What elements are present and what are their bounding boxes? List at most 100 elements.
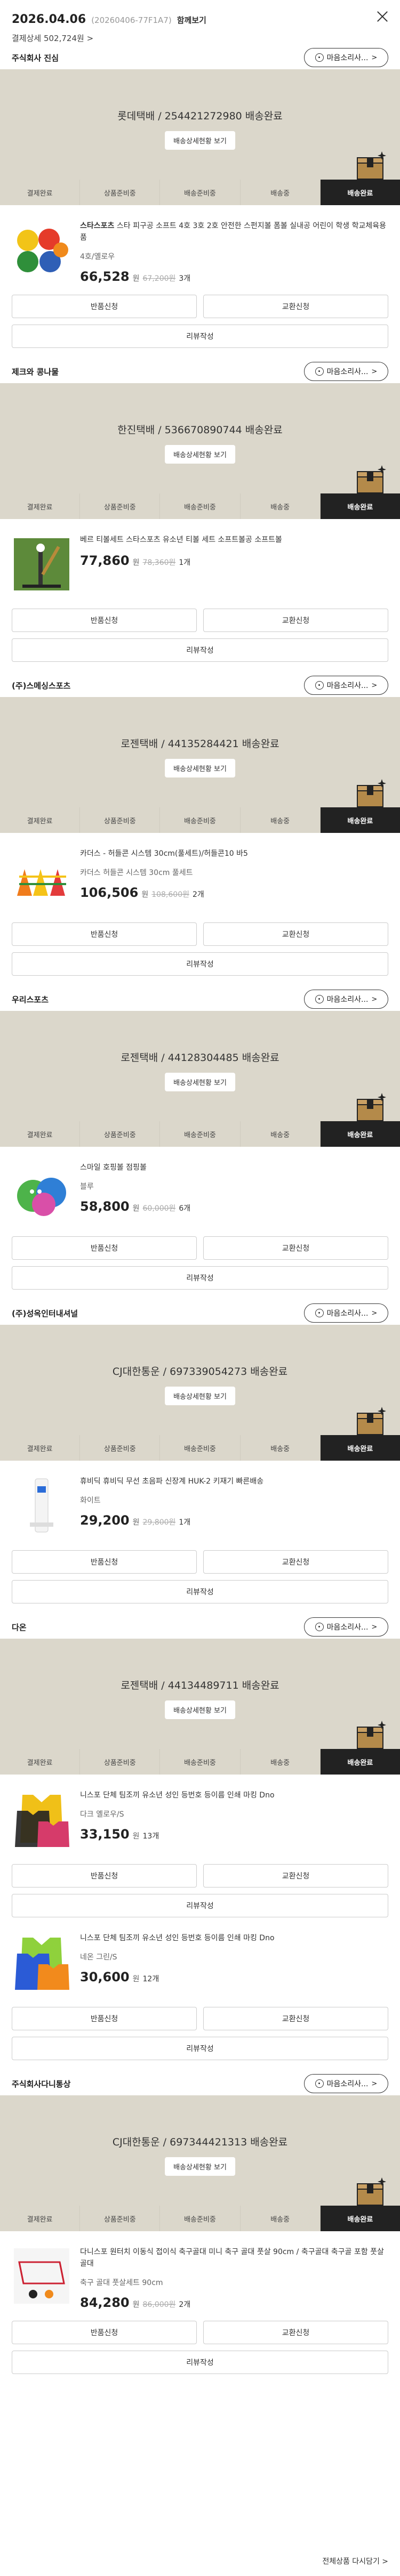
product-quantity: 1개 <box>179 558 191 567</box>
seller-name[interactable]: 주식회사 진심 <box>12 52 59 63</box>
return-button[interactable]: 반품신청 <box>12 295 197 318</box>
product-thumbnail[interactable] <box>12 1932 71 1992</box>
delivery-step: 배송준비중 <box>160 1121 241 1147</box>
exchange-button[interactable]: 교환신청 <box>203 1864 388 1888</box>
summary-link[interactable]: 함께보기 <box>177 14 206 26</box>
product-info: 니스포 단체 팀조끼 유소년 성인 등번호 등이름 인쇄 마킹 Dno 다크 옐로… <box>80 1789 388 1854</box>
return-button[interactable]: 반품신청 <box>12 1236 197 1260</box>
chat-button[interactable]: 마음소리사... > <box>304 676 388 695</box>
product-name[interactable]: 베르 티볼세트 스타스포츠 유소년 티볼 세트 소프트볼공 소프트볼 <box>80 534 388 546</box>
product-name[interactable]: 다니스포 원터치 이동식 접이식 축구골대 미니 축구 골대 풋살 90cm /… <box>80 2246 388 2270</box>
product-name[interactable]: 니스포 단체 팀조끼 유소년 성인 등번호 등이름 인쇄 마킹 Dno <box>80 1932 388 1944</box>
delivery-box-icon <box>354 776 388 810</box>
return-button[interactable]: 반품신청 <box>12 922 197 946</box>
exchange-button[interactable]: 교환신청 <box>203 2321 388 2344</box>
product-name[interactable]: 카더스 - 허들콘 시스템 30cm(풀세트)/허들콘10 바5 <box>80 848 388 860</box>
delivery-step: 결제완료 <box>0 2206 81 2231</box>
exchange-button[interactable]: 교환신청 <box>203 1550 388 1574</box>
seller-name[interactable]: 제크와 콩나물 <box>12 366 59 377</box>
item-actions: 반품신청 교환신청리뷰작성 <box>0 1997 400 2060</box>
chat-button[interactable]: 마음소리사... > <box>304 48 388 67</box>
delivery-detail-button[interactable]: 배송상세현황 보기 <box>165 131 235 150</box>
order-header: 2026.04.06 (20260406-77F1A7) 함께보기 결제상세 5… <box>0 0 400 46</box>
review-button[interactable]: 리뷰작성 <box>12 2037 388 2060</box>
chat-button[interactable]: 마음소리사... > <box>304 1303 388 1323</box>
product-option: 축구 골대 풋살세트 90cm <box>80 2279 163 2287</box>
product-price: 58,800 <box>80 1199 130 1214</box>
product-thumbnail[interactable] <box>12 534 71 594</box>
seller-name[interactable]: 우리스포츠 <box>12 994 49 1005</box>
currency-label: 원 <box>132 1832 140 1841</box>
price-row: 33,150 원 13개 <box>80 1827 388 1842</box>
product-price: 33,150 <box>80 1827 130 1842</box>
review-button[interactable]: 리뷰작성 <box>12 1266 388 1290</box>
seller-name[interactable]: 다온 <box>12 1622 27 1633</box>
delivery-box-icon <box>354 148 388 182</box>
seller-name[interactable]: 주식회사다니통상 <box>12 2078 70 2089</box>
review-button[interactable]: 리뷰작성 <box>12 2351 388 2374</box>
product-thumbnail[interactable] <box>12 2246 71 2306</box>
delivery-steps: 결제완료 상품준비중 배송준비중 배송중 배송완료 <box>0 493 400 519</box>
product-item: 카더스 - 허들콘 시스템 30cm(풀세트)/허들콘10 바5 카더스 허들콘 … <box>0 833 400 913</box>
delivery-step: 배송준비중 <box>160 807 241 833</box>
shipment-section: (주)스메싱스포츠 마음소리사... > 로젠택배 / 44135284421 배송완… <box>0 674 400 987</box>
return-button[interactable]: 반품신청 <box>12 1550 197 1574</box>
close-icon[interactable] <box>377 11 388 22</box>
product-item: 다니스포 원터치 이동식 접이식 축구골대 미니 축구 골대 풋살 90cm /… <box>0 2231 400 2311</box>
delivery-step: 배송준비중 <box>160 493 241 519</box>
seller-row: 주식회사 진심 마음소리사... > <box>0 46 400 69</box>
reorder-all-link[interactable]: 전체상품 다시담기 > <box>322 2556 388 2566</box>
delivery-detail-button[interactable]: 배송상세현황 보기 <box>165 759 235 777</box>
product-name[interactable]: 니스포 단체 팀조끼 유소년 성인 등번호 등이름 인쇄 마킹 Dno <box>80 1789 388 1801</box>
exchange-button[interactable]: 교환신청 <box>203 295 388 318</box>
product-thumbnail[interactable] <box>12 1162 71 1221</box>
delivery-step: 배송준비중 <box>160 1435 241 1461</box>
return-button[interactable]: 반품신청 <box>12 609 197 632</box>
section-divider <box>0 976 400 987</box>
exchange-button[interactable]: 교환신청 <box>203 1236 388 1260</box>
product-name[interactable]: 휴비딕 휴비딕 무선 초음파 신장계 HUK-2 키재기 빠른배송 <box>80 1476 388 1487</box>
chat-button[interactable]: 마음소리사... > <box>304 1617 388 1637</box>
delivery-steps: 결제완료 상품준비중 배송준비중 배송중 배송완료 <box>0 1121 400 1147</box>
chat-button[interactable]: 마음소리사... > <box>304 990 388 1009</box>
shipment-section: 제크와 콩나물 마음소리사... > 한진택배 / 536670890744 배송완료… <box>0 360 400 674</box>
chat-label: 마음소리사... <box>326 368 369 376</box>
payment-total-link[interactable]: 결제상세 502,724원 > <box>12 33 388 44</box>
delivery-detail-button[interactable]: 배송상세현황 보기 <box>165 1073 235 1091</box>
chat-button[interactable]: 마음소리사... > <box>304 2074 388 2093</box>
order-number: (20260406-77F1A7) <box>91 15 172 25</box>
original-price: 29,800원 <box>142 1518 176 1527</box>
delivery-status-band: 로젠택배 / 44134489711 배송완료 배송상세현황 보기 결제완료 상품준비… <box>0 1639 400 1775</box>
product-name[interactable]: 스타스포츠 스타 피구공 소프트 4호 3호 2호 안전한 스펀지볼 폼볼 실내… <box>80 220 388 244</box>
product-thumbnail[interactable] <box>12 1789 71 1849</box>
product-name[interactable]: 스마일 호핑볼 점핑볼 <box>80 1162 388 1173</box>
delivery-step: 상품준비중 <box>80 180 161 205</box>
return-button[interactable]: 반품신청 <box>12 2007 197 2030</box>
product-thumbnail[interactable] <box>12 848 71 908</box>
return-button[interactable]: 반품신청 <box>12 2321 197 2344</box>
chat-button[interactable]: 마음소리사... > <box>304 362 388 381</box>
product-thumbnail[interactable] <box>12 1476 71 1535</box>
review-button[interactable]: 리뷰작성 <box>12 1894 388 1917</box>
review-button[interactable]: 리뷰작성 <box>12 952 388 976</box>
review-button[interactable]: 리뷰작성 <box>12 325 388 348</box>
delivery-step: 배송준비중 <box>160 2206 241 2231</box>
product-thumbnail[interactable] <box>12 220 71 280</box>
exchange-button[interactable]: 교환신청 <box>203 2007 388 2030</box>
delivery-detail-button[interactable]: 배송상세현황 보기 <box>165 2157 235 2176</box>
delivery-step: 배송중 <box>241 493 321 519</box>
delivery-detail-button[interactable]: 배송상세현황 보기 <box>165 1387 235 1405</box>
seller-name[interactable]: (주)성옥인터내셔널 <box>12 1308 78 1319</box>
return-button[interactable]: 반품신청 <box>12 1864 197 1888</box>
product-price: 84,280 <box>80 2295 130 2310</box>
delivery-step: 배송중 <box>241 807 321 833</box>
exchange-button[interactable]: 교환신청 <box>203 609 388 632</box>
review-button[interactable]: 리뷰작성 <box>12 638 388 662</box>
delivery-detail-button[interactable]: 배송상세현황 보기 <box>165 1700 235 1719</box>
exchange-button[interactable]: 교환신청 <box>203 922 388 946</box>
seller-name[interactable]: (주)스메싱스포츠 <box>12 680 70 691</box>
product-item: 니스포 단체 팀조끼 유소년 성인 등번호 등이름 인쇄 마킹 Dno 다크 옐로… <box>0 1775 400 1854</box>
delivery-detail-button[interactable]: 배송상세현황 보기 <box>165 445 235 464</box>
review-button[interactable]: 리뷰작성 <box>12 1580 388 1603</box>
section-divider <box>0 2060 400 2072</box>
